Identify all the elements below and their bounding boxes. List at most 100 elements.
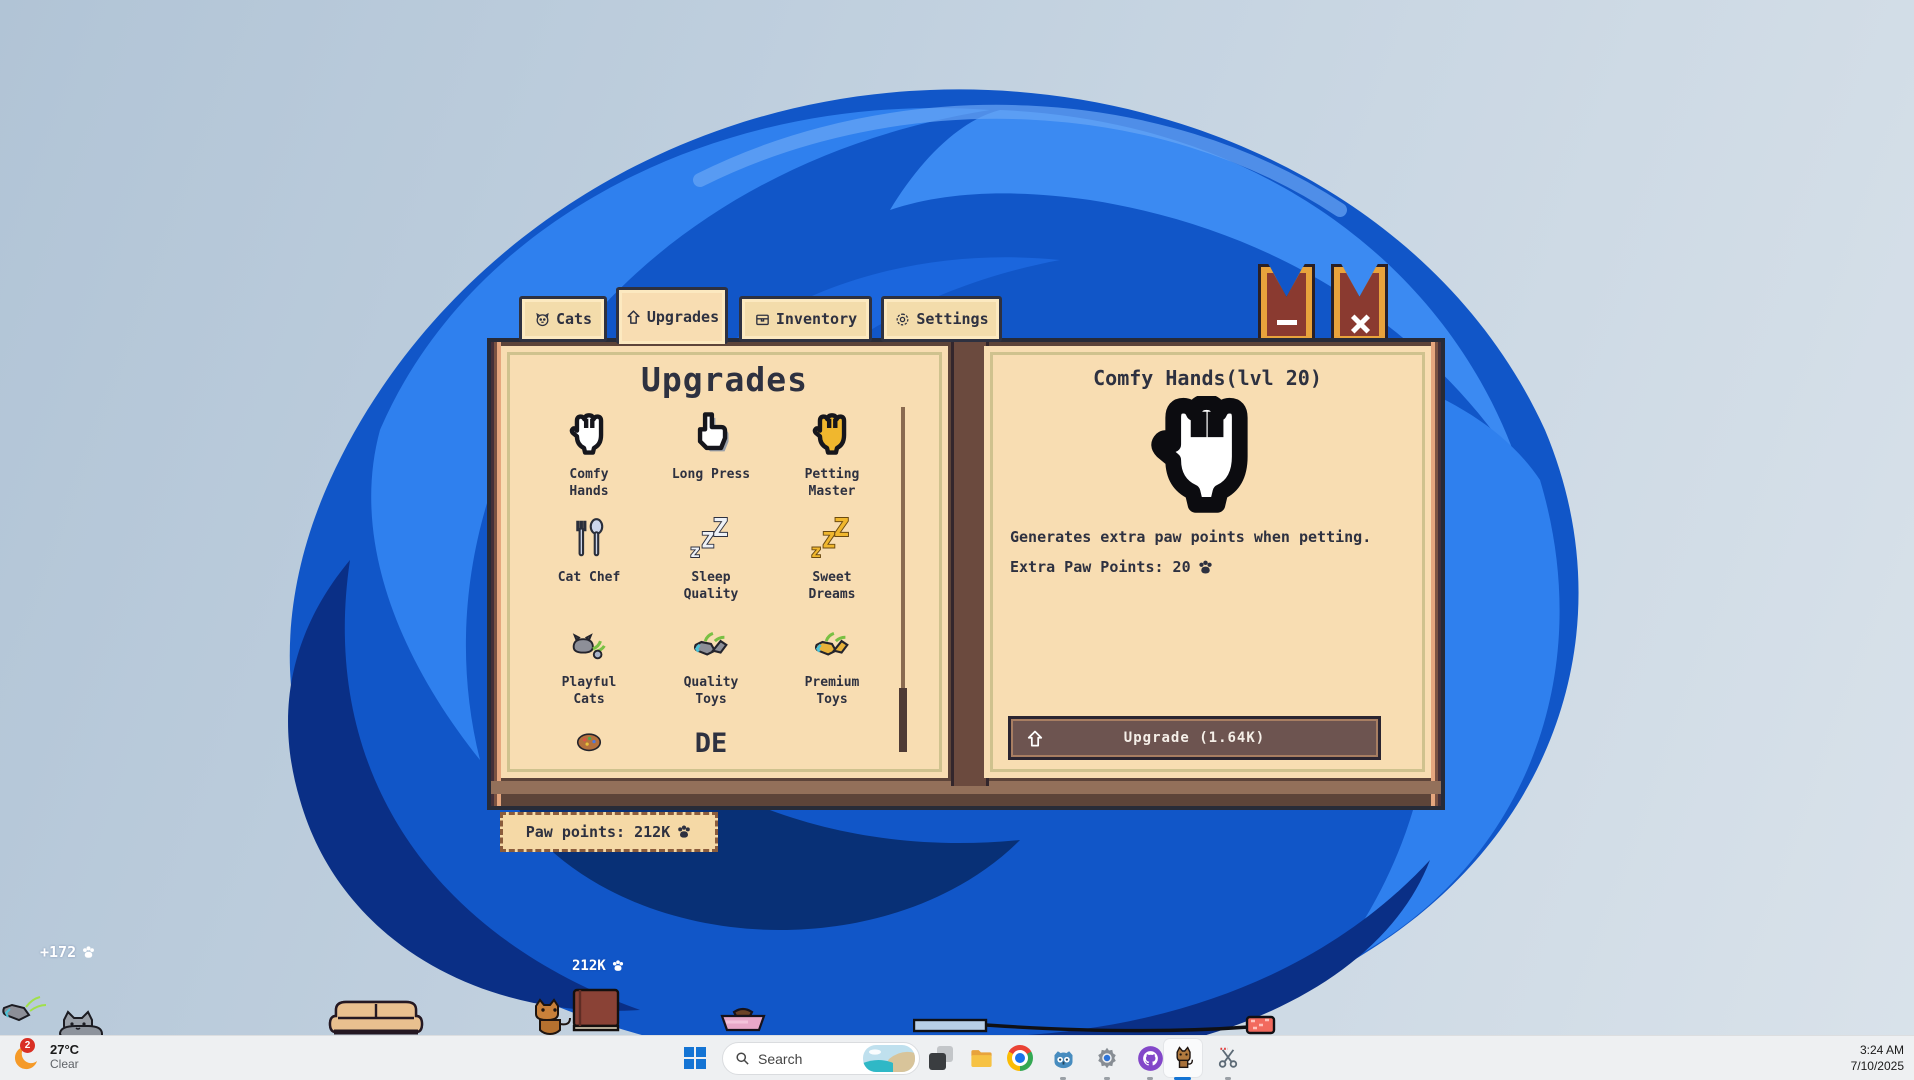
search-label: Search [758, 1051, 855, 1067]
upgrades-page: Upgrades Comfy Hands Long Press Petting … [501, 346, 948, 778]
pixel-cat-icon [1169, 1044, 1197, 1072]
upgrade-item-comfy-hands[interactable]: Comfy Hands [534, 412, 644, 500]
tab-label: Cats [556, 310, 592, 328]
svg-text:z: z [690, 542, 700, 561]
upgrade-item-label: Quality Toys [669, 674, 753, 708]
snipping-tool-button[interactable] [1213, 1043, 1243, 1073]
comfy-hands-large-icon [1146, 396, 1270, 520]
book-left-edge [491, 342, 501, 806]
search-highlight-thumbnail [863, 1045, 915, 1072]
book-right-edge [1431, 342, 1441, 806]
upgrade-item-sweet-dreams[interactable]: zZZ Sweet Dreams [777, 515, 887, 603]
weather-condition: Clear [50, 1057, 79, 1071]
settings-button[interactable] [1092, 1043, 1122, 1073]
chrome-icon [1007, 1045, 1033, 1071]
gear-icon [894, 311, 911, 328]
upgrades-scrollbar-thumb[interactable] [899, 688, 907, 752]
couch-sprite[interactable] [328, 992, 424, 1036]
hand-point-icon [688, 412, 734, 458]
svg-text:Z: Z [713, 515, 728, 542]
task-view-button[interactable] [926, 1043, 956, 1073]
upgrade-item-clipped-text[interactable]: DE [656, 728, 766, 759]
upgrade-item-cat-chef[interactable]: Cat Chef [534, 515, 644, 586]
upgrade-item-sleep-quality[interactable]: zZZ Sleep Quality [656, 515, 766, 603]
upgrade-item-petting-master[interactable]: Petting Master [777, 412, 887, 500]
tab-settings[interactable]: Settings [881, 296, 1002, 342]
file-explorer-button[interactable] [966, 1043, 996, 1073]
godot-icon [1050, 1045, 1077, 1072]
weather-temperature: 27°C [50, 1042, 79, 1057]
cat-icon [534, 311, 551, 328]
github-button[interactable] [1135, 1043, 1165, 1073]
orange-cat-sprite[interactable] [528, 998, 574, 1036]
notification-badge: 2 [20, 1038, 35, 1053]
upgrade-item-quality-toys[interactable]: Quality Toys [656, 620, 766, 708]
clock-date: 7/10/2025 [1851, 1058, 1904, 1074]
tab-label: Inventory [776, 310, 857, 328]
upgrade-description: Generates extra paw points when petting. [1010, 528, 1371, 546]
paw-icon [1197, 559, 1214, 576]
desktop: Cats Upgrades Inventory Settings Upgrade… [0, 0, 1914, 1080]
upgrade-item-label: Petting Master [790, 466, 874, 500]
svg-text:z: z [811, 542, 821, 561]
toy-grey-icon [688, 620, 734, 666]
paw-points-ticket: Paw points: 212K [500, 812, 718, 852]
cat-points-counter: 212K [572, 958, 625, 974]
scissors-icon [1215, 1045, 1241, 1071]
book-sprite[interactable] [570, 986, 622, 1034]
godot-button[interactable] [1048, 1043, 1078, 1073]
tab-cats[interactable]: Cats [519, 296, 607, 342]
page-title: Upgrades [501, 360, 948, 399]
minus-icon [1277, 320, 1297, 325]
arrow-up-icon [1025, 729, 1045, 749]
github-icon [1137, 1045, 1164, 1072]
gear-icon [1094, 1045, 1120, 1071]
upgrade-button[interactable]: Upgrade (1.64K) [1008, 716, 1381, 760]
upgrade-stat: Extra Paw Points: 20 [1010, 558, 1214, 576]
hand-gold-icon [809, 412, 855, 458]
tab-label: Settings [916, 310, 988, 328]
arrow-up-icon [625, 309, 642, 326]
upgrade-button-label: Upgrade (1.64K) [1124, 730, 1265, 746]
floating-points-popup: +172 [40, 943, 96, 961]
weather-widget[interactable]: 2 27°C Clear [12, 1040, 79, 1072]
chrome-button[interactable] [1005, 1043, 1035, 1073]
windows-logo-icon [684, 1047, 706, 1069]
upgrade-detail-page: Comfy Hands(lvl 20) Generates extra paw … [984, 346, 1431, 778]
close-icon [1350, 314, 1370, 334]
start-button[interactable] [680, 1043, 710, 1073]
upgrade-detail-title: Comfy Hands(lvl 20) [984, 366, 1431, 390]
chest-icon [754, 311, 771, 328]
upgrade-item-premium-toys[interactable]: Premium Toys [777, 620, 887, 708]
upgrade-item-label: Playful Cats [547, 674, 631, 708]
cat-game-button[interactable] [1168, 1043, 1198, 1073]
tab-inventory[interactable]: Inventory [739, 296, 872, 342]
upgrade-item-label: Sleep Quality [669, 569, 753, 603]
zzz-gold-icon: zZZ [809, 515, 855, 561]
taskbar: 2 27°C Clear Search [0, 1035, 1914, 1080]
food-bowl-sprite[interactable] [716, 1004, 770, 1034]
cutlery-icon [566, 515, 612, 561]
tab-label: Upgrades [647, 308, 719, 326]
paw-icon [611, 959, 625, 973]
svg-text:Z: Z [834, 515, 849, 542]
hand-white-icon [566, 412, 612, 458]
paw-icon [676, 824, 692, 840]
upgrade-item-label: Comfy Hands [547, 466, 631, 500]
search-icon [735, 1051, 750, 1066]
close-button[interactable] [1331, 264, 1388, 342]
upgrade-item-playful-cats[interactable]: Playful Cats [534, 620, 644, 708]
upgrade-item-clipped[interactable] [534, 726, 644, 756]
tab-upgrades[interactable]: Upgrades [616, 287, 728, 344]
taskbar-clock[interactable]: 3:24 AM 7/10/2025 [1851, 1042, 1904, 1074]
upgrade-item-label: Premium Toys [790, 674, 874, 708]
paw-icon [81, 945, 96, 960]
upgrade-item-long-press[interactable]: Long Press [656, 412, 766, 483]
upgrade-item-label: Long Press [669, 466, 753, 483]
upgrade-book-window: Upgrades Comfy Hands Long Press Petting … [487, 338, 1445, 810]
upgrade-item-label: Cat Chef [547, 569, 631, 586]
search-box[interactable]: Search [722, 1042, 920, 1075]
upgrade-item-label: Sweet Dreams [790, 569, 874, 603]
clock-time: 3:24 AM [1851, 1042, 1904, 1058]
minimize-button[interactable] [1258, 264, 1315, 342]
